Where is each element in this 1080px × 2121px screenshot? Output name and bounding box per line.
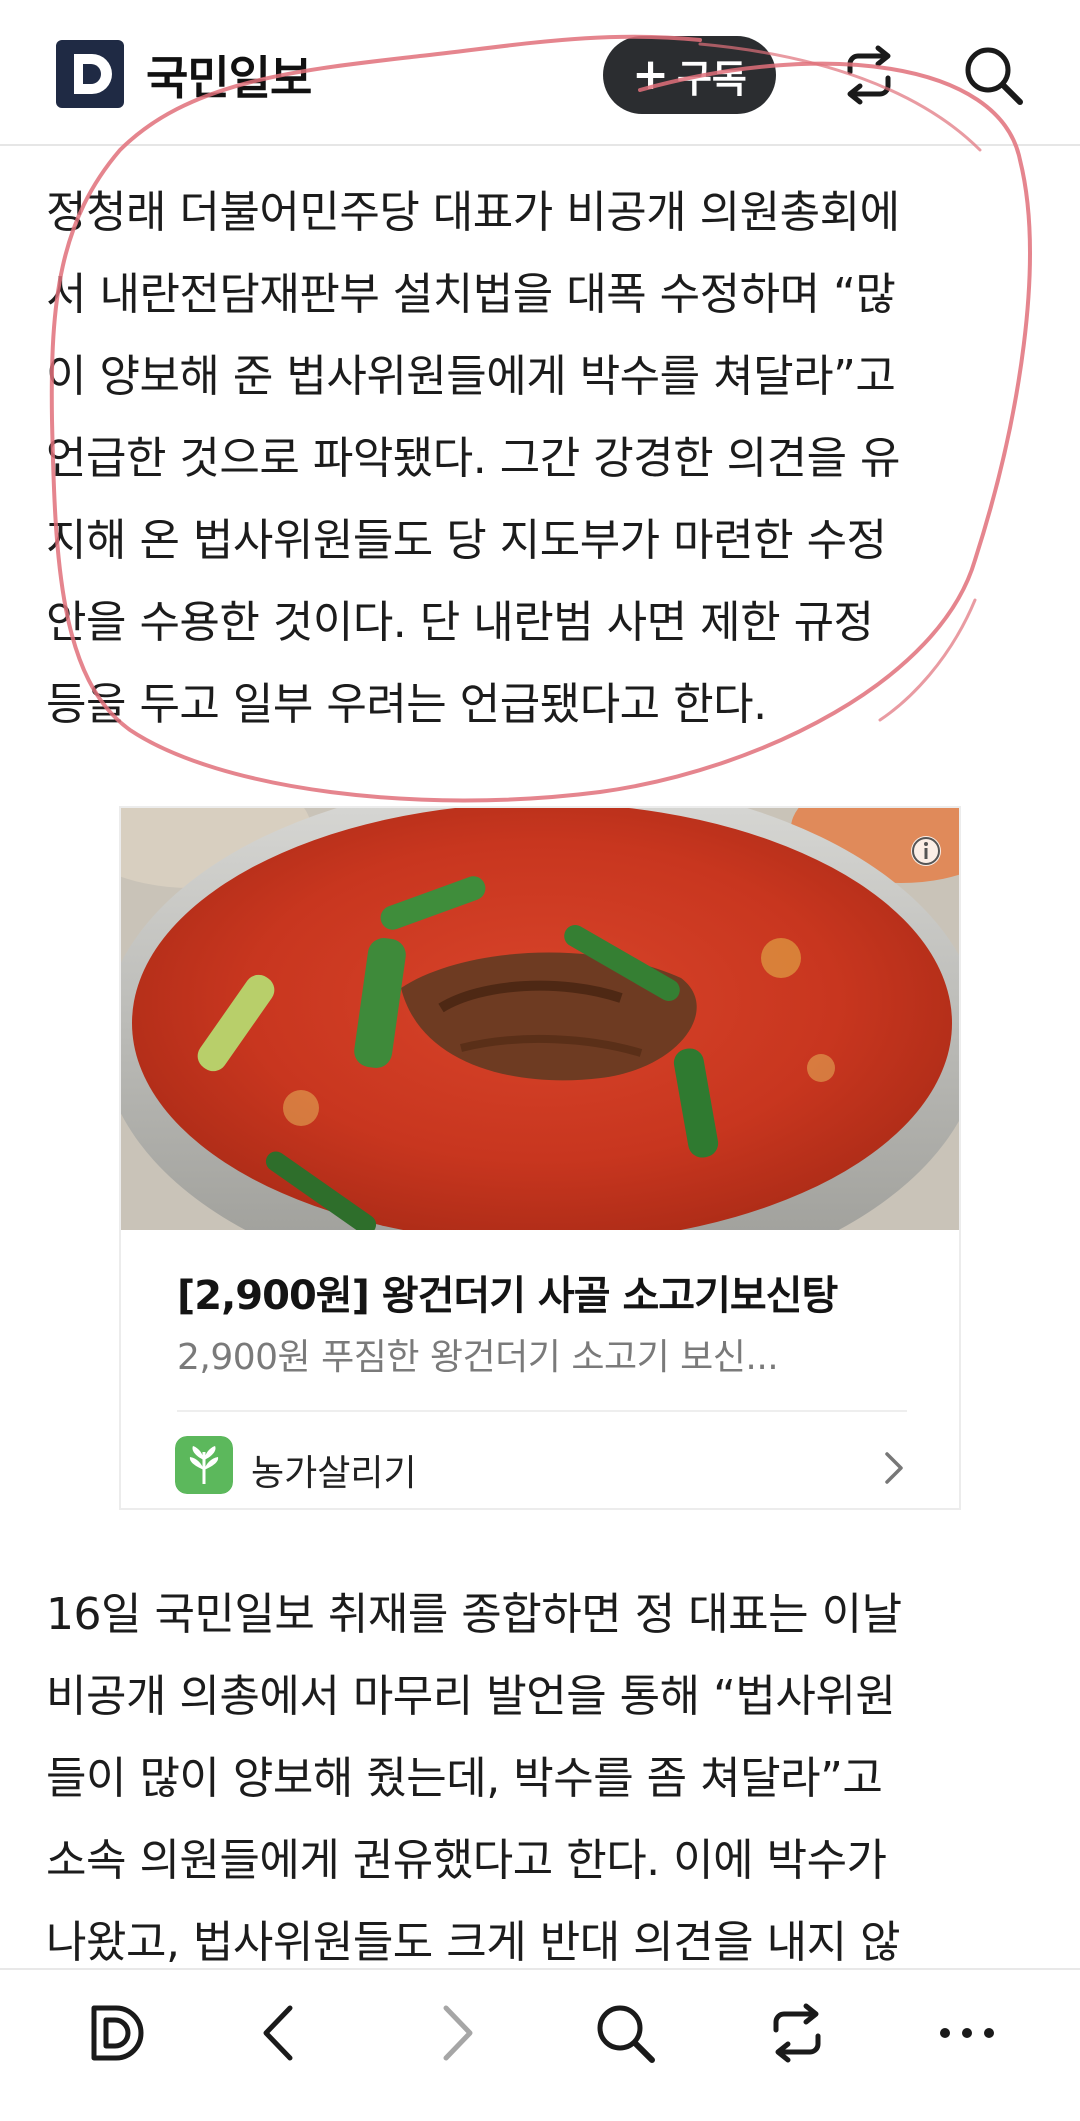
subscribe-button[interactable]: + 구독 [603, 36, 776, 114]
article-paragraph-2: 16일 국민일보 취재를 종합하면 정 대표는 이날 비공개 의총에서 마무리 … [46, 1574, 1036, 1984]
text-line: 지해 온 법사위원들도 당 지도부가 마련한 수정 [46, 515, 887, 566]
logo-d-icon[interactable] [82, 1998, 152, 2068]
chevron-right-icon[interactable] [879, 1448, 909, 1488]
text-line: 언급한 것으로 파악됐다. 그간 강경한 의견을 유 [46, 433, 901, 484]
text-line: 서 내란전담재판부 설치법을 대폭 수정하며 “많 [46, 269, 896, 320]
search-icon[interactable] [590, 1998, 660, 2068]
share-icon[interactable] [836, 42, 902, 108]
text-line: 정청래 더불어민주당 대표가 비공개 의원총회에 [46, 187, 900, 238]
text-line: 비공개 의총에서 마무리 발언을 통해 “법사위원 [46, 1671, 896, 1722]
subscribe-label: 구독 [676, 56, 747, 101]
ad-divider [177, 1410, 907, 1412]
search-icon[interactable] [960, 42, 1026, 108]
forward-icon[interactable] [420, 1998, 490, 2068]
text-line: 소속 의원들에게 권유했다고 한다. 이에 박수가 [46, 1835, 887, 1886]
more-icon[interactable] [932, 1998, 1002, 2068]
ad-card[interactable]: [2,900원] 왕건더기 사골 소고기보신탕 2,900원 푸짐한 왕건더기 … [119, 806, 961, 1510]
text-line: 들이 많이 양보해 줬는데, 박수를 좀 쳐달라”고 [46, 1753, 883, 1804]
ad-description[interactable]: 2,900원 푸짐한 왕건더기 소고기 보신... [177, 1328, 917, 1380]
page: 국민일보 + 구독 정청래 더불어민주당 대표가 비공개 의원총회에 서 내란전… [0, 0, 1080, 2121]
logo-d-icon[interactable] [56, 40, 124, 108]
top-header: 국민일보 + 구독 [0, 0, 1080, 146]
bottom-nav-bar [0, 1968, 1080, 2121]
text-line: 16일 국민일보 취재를 종합하면 정 대표는 이날 [46, 1589, 902, 1640]
ad-food-image[interactable] [121, 808, 961, 1230]
article-paragraph-1: 정청래 더불어민주당 대표가 비공개 의원총회에 서 내란전담재판부 설치법을 … [46, 172, 1036, 746]
info-icon[interactable] [909, 834, 943, 868]
text-line: 이 양보해 준 법사위원들에게 박수를 쳐달라”고 [46, 351, 896, 402]
share-icon[interactable] [762, 1998, 832, 2068]
ad-title[interactable]: [2,900원] 왕건더기 사골 소고기보신탕 [177, 1263, 917, 1321]
ad-source-name[interactable]: 농가살리기 [251, 1444, 417, 1496]
plus-icon: + [632, 49, 669, 100]
leaf-logo-icon [175, 1436, 233, 1494]
text-line: 등을 두고 일부 우려는 언급됐다고 한다. [46, 679, 767, 730]
brand-name[interactable]: 국민일보 [146, 42, 312, 108]
text-line: 안을 수용한 것이다. 단 내란범 사면 제한 규정 [46, 597, 874, 648]
back-icon[interactable] [246, 1998, 316, 2068]
